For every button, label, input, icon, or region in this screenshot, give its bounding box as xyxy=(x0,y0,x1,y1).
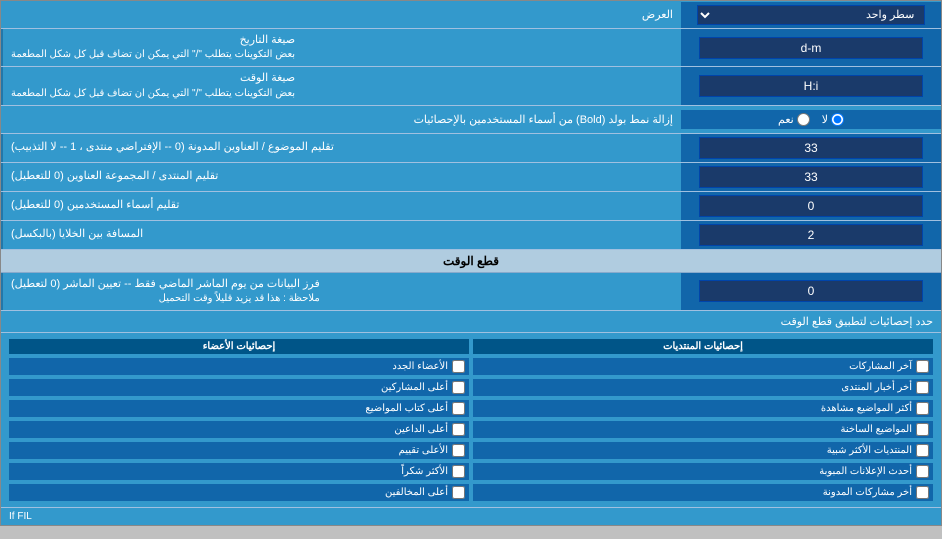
checkbox-item: الأعضاء الجدد xyxy=(9,358,469,375)
checkbox-item: أعلى كتاب المواضيع xyxy=(9,400,469,417)
checkbox-item: أعلى المخالفين xyxy=(9,484,469,501)
users-order-input[interactable] xyxy=(699,195,922,217)
fetch-row: فرز البيانات من يوم الماشر الماضي فقط --… xyxy=(1,273,941,311)
time-format-row: صيغة الوقت بعض التكوينات يتطلب "/" التي … xyxy=(1,67,941,105)
checkbox-member-3[interactable] xyxy=(452,402,465,415)
checkbox-section: إحصائيات المنتديات آخر المشاركات أخر أخب… xyxy=(1,333,941,508)
checkbox-item: الأكثر شكراً xyxy=(9,463,469,480)
time-format-input-container xyxy=(681,67,941,104)
checkbox-item: أكثر المواضيع مشاهدة xyxy=(473,400,933,417)
topic-order-input[interactable] xyxy=(699,137,922,159)
users-order-input-container xyxy=(681,192,941,220)
topic-order-label: تقليم الموضوع / العناوين المدونة (0 -- ا… xyxy=(1,134,681,162)
col-members-header: إحصائيات الأعضاء xyxy=(9,339,469,354)
cell-distance-input-container xyxy=(681,221,941,249)
cell-distance-row: المسافة بين الخلايا (بالبكسل) xyxy=(1,221,941,250)
checkbox-item: المنتديات الأكثر شبية xyxy=(473,442,933,459)
bold-yes-radio[interactable] xyxy=(797,113,810,126)
bold-no-radio[interactable] xyxy=(831,113,844,126)
checkbox-member-6[interactable] xyxy=(452,465,465,478)
topic-order-input-container xyxy=(681,134,941,162)
checkbox-item: المواضيع الساخنة xyxy=(473,421,933,438)
checkbox-item: أخر مشاركات المدونة xyxy=(473,484,933,501)
limit-row: حدد إحصائيات لتطبيق قطع الوقت xyxy=(1,311,941,333)
main-container: العرض سطر واحد صيغة التاريخ بعض التكوينا… xyxy=(0,0,942,526)
checkbox-item: آخر المشاركات xyxy=(473,358,933,375)
checkbox-forum-7[interactable] xyxy=(916,486,929,499)
checkbox-member-2[interactable] xyxy=(452,381,465,394)
checkbox-member-5[interactable] xyxy=(452,444,465,457)
forum-order-label: تقليم المنتدى / المجموعة العناوين (0 للت… xyxy=(1,163,681,191)
checkbox-col-members: إحصائيات الأعضاء الأعضاء الجدد أعلى المش… xyxy=(9,339,469,501)
col-forums-header: إحصائيات المنتديات xyxy=(473,339,933,354)
bold-no-label: لا xyxy=(822,113,844,126)
forum-order-input[interactable] xyxy=(699,166,922,188)
bold-remove-label: إزالة نمط بولد (Bold) من أسماء المستخدمي… xyxy=(1,109,681,130)
checkbox-forum-1[interactable] xyxy=(916,360,929,373)
checkbox-member-1[interactable] xyxy=(452,360,465,373)
checkbox-item: أعلى المشاركين xyxy=(9,379,469,396)
users-order-row: تقليم أسماء المستخدمين (0 للتعطيل) xyxy=(1,192,941,221)
checkbox-grid: إحصائيات المنتديات آخر المشاركات أخر أخب… xyxy=(9,339,933,501)
display-row: العرض سطر واحد xyxy=(1,1,941,29)
date-format-label: صيغة التاريخ بعض التكوينات يتطلب "/" الت… xyxy=(1,29,681,66)
fetch-label: فرز البيانات من يوم الماشر الماضي فقط --… xyxy=(1,273,681,310)
checkbox-forum-2[interactable] xyxy=(916,381,929,394)
checkbox-forum-4[interactable] xyxy=(916,423,929,436)
time-format-input[interactable] xyxy=(699,75,922,97)
fetch-input-container xyxy=(681,273,941,310)
checkbox-member-7[interactable] xyxy=(452,486,465,499)
checkbox-member-4[interactable] xyxy=(452,423,465,436)
checkbox-forum-3[interactable] xyxy=(916,402,929,415)
checkbox-item: أخر أخبار المنتدى xyxy=(473,379,933,396)
cutting-header: قطع الوقت xyxy=(1,250,941,273)
users-order-label: تقليم أسماء المستخدمين (0 للتعطيل) xyxy=(1,192,681,220)
display-select-container: سطر واحد xyxy=(681,2,941,28)
limit-label: حدد إحصائيات لتطبيق قطع الوقت xyxy=(781,316,933,328)
forum-order-input-container xyxy=(681,163,941,191)
checkbox-item: الأعلى تقييم xyxy=(9,442,469,459)
bold-yes-label: نعم xyxy=(778,113,810,126)
checkbox-item: أعلى الداعين xyxy=(9,421,469,438)
cell-distance-label: المسافة بين الخلايا (بالبكسل) xyxy=(1,221,681,249)
checkbox-item: أحدث الإعلانات المبوبة xyxy=(473,463,933,480)
forum-order-row: تقليم المنتدى / المجموعة العناوين (0 للت… xyxy=(1,163,941,192)
cell-distance-input[interactable] xyxy=(699,224,922,246)
time-format-label: صيغة الوقت بعض التكوينات يتطلب "/" التي … xyxy=(1,67,681,104)
footer-text: If FIL xyxy=(1,508,941,525)
date-format-input-container xyxy=(681,29,941,66)
display-label: العرض xyxy=(1,4,681,25)
display-select[interactable]: سطر واحد xyxy=(697,5,926,25)
date-format-input[interactable] xyxy=(699,37,922,59)
bold-remove-row: إزالة نمط بولد (Bold) من أسماء المستخدمي… xyxy=(1,106,941,134)
date-format-row: صيغة التاريخ بعض التكوينات يتطلب "/" الت… xyxy=(1,29,941,67)
fetch-input[interactable] xyxy=(699,280,922,302)
topic-order-row: تقليم الموضوع / العناوين المدونة (0 -- ا… xyxy=(1,134,941,163)
checkbox-forum-5[interactable] xyxy=(916,444,929,457)
bold-remove-options: لا نعم xyxy=(681,110,941,129)
checkbox-forum-6[interactable] xyxy=(916,465,929,478)
checkbox-col-forums: إحصائيات المنتديات آخر المشاركات أخر أخب… xyxy=(473,339,933,501)
